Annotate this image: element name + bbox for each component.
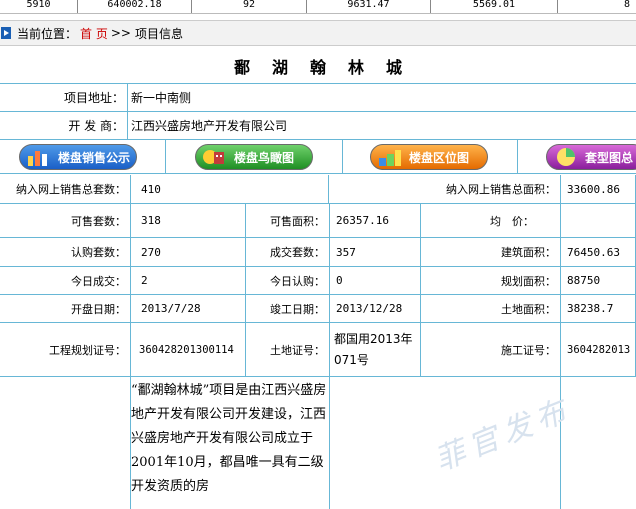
construct-permit-value: 3604282013 — [561, 323, 636, 377]
plan-permit-label: 工程规划证号： — [0, 323, 131, 377]
subscribed-value: 270 — [131, 238, 246, 267]
layout-plans-label: 套型图总 — [585, 150, 634, 165]
avg-price-label: 均 价： — [421, 204, 561, 238]
stat-cell: 5569.01 — [431, 0, 558, 13]
developer-row: 开 发 商： 江西兴盛房地产开发有限公司 — [0, 112, 636, 140]
location-map-icon — [377, 146, 403, 168]
address-row: 项目地址： 新一中南侧 — [0, 84, 636, 112]
stat-cell: 8 — [623, 0, 630, 10]
avg-price-value — [561, 204, 636, 238]
location-map-button[interactable]: 楼盘区位图 — [370, 144, 488, 170]
plan-area-label: 规划面积： — [421, 267, 561, 295]
deals-label: 成交套数： — [246, 238, 330, 267]
finish-date-label: 竣工日期： — [246, 295, 330, 323]
land-area-label: 土地面积： — [421, 295, 561, 323]
open-date-label: 开盘日期： — [0, 295, 131, 323]
total-units-value: 410 — [131, 175, 329, 204]
aerial-view-icon — [202, 146, 228, 168]
location-map-label: 楼盘区位图 — [409, 150, 470, 165]
build-area-label: 建筑面积： — [421, 238, 561, 267]
stat-cell: 640002.18 — [78, 0, 192, 13]
plan-area-value: 88750 — [561, 267, 636, 295]
today-subscribed-value: 0 — [330, 267, 421, 295]
sales-publicity-button[interactable]: 楼盘销售公示 — [19, 144, 137, 170]
breadcrumb-current: 项目信息 — [134, 26, 183, 41]
land-permit-value: 都国用2013年071号 — [330, 323, 421, 377]
build-area-value: 76450.63 — [561, 238, 636, 267]
total-area-value: 33600.86 — [561, 175, 636, 204]
sales-chart-icon — [26, 146, 52, 168]
total-units-label: 纳入网上销售总套数： — [0, 175, 131, 204]
stats-strip: 5910 640002.18 92 9631.47 5569.01 8 — [0, 0, 636, 14]
stat-cell: 92 — [192, 0, 307, 13]
today-subscribed-label: 今日认购： — [246, 267, 330, 295]
open-date-value: 2013/7/28 — [131, 295, 246, 323]
breadcrumb: 当前位置： 首 页 >> 项目信息 — [0, 20, 636, 46]
breadcrumb-home-link[interactable]: 首 页 — [80, 25, 108, 42]
project-title: 鄱湖翰林城 — [233, 57, 424, 77]
address-label: 项目地址： — [0, 84, 128, 111]
developer-value: 江西兴盛房地产开发有限公司 — [131, 119, 288, 133]
sales-publicity-label: 楼盘销售公示 — [58, 150, 131, 165]
breadcrumb-separator: >> — [110, 26, 131, 40]
project-description: “鄱湖翰林城”项目是由江西兴盛房地产开发有限公司开发建设，江西兴盛房地产开发有限… — [131, 383, 327, 494]
stat-cell: 9631.47 — [307, 0, 431, 13]
today-deals-label: 今日成交： — [0, 267, 131, 295]
saleable-area-label: 可售面积： — [246, 204, 330, 238]
subscribed-label: 认购套数： — [0, 238, 131, 267]
developer-label: 开 发 商： — [0, 112, 128, 139]
layout-plans-button[interactable]: 套型图总 — [546, 144, 636, 170]
stat-cell: 5910 — [0, 0, 78, 13]
layout-plan-icon — [553, 146, 579, 168]
aerial-view-label: 楼盘鸟瞰图 — [234, 150, 295, 165]
aerial-view-button[interactable]: 楼盘鸟瞰图 — [195, 144, 313, 170]
today-deals-value: 2 — [131, 267, 246, 295]
plan-permit-value: 360428201300114 — [131, 323, 246, 377]
total-area-label: 纳入网上销售总面积： — [329, 175, 561, 204]
construct-permit-label: 施工证号： — [421, 323, 561, 377]
land-area-value: 38238.7 — [561, 295, 636, 323]
saleable-units-label: 可售套数： — [0, 204, 131, 238]
saleable-units-value: 318 — [131, 204, 246, 238]
action-button-row: 楼盘销售公示 楼盘鸟瞰图 楼盘区位图 套型图总 — [0, 140, 636, 174]
project-title-row: 鄱湖翰林城 — [0, 48, 636, 84]
finish-date-value: 2013/12/28 — [330, 295, 421, 323]
deals-value: 357 — [330, 238, 421, 267]
land-permit-label: 土地证号： — [246, 323, 330, 377]
address-value: 新一中南侧 — [131, 91, 192, 105]
breadcrumb-prefix: 当前位置： — [17, 26, 78, 41]
arrow-right-icon — [1, 27, 11, 39]
saleable-area-value: 26357.16 — [330, 204, 421, 238]
